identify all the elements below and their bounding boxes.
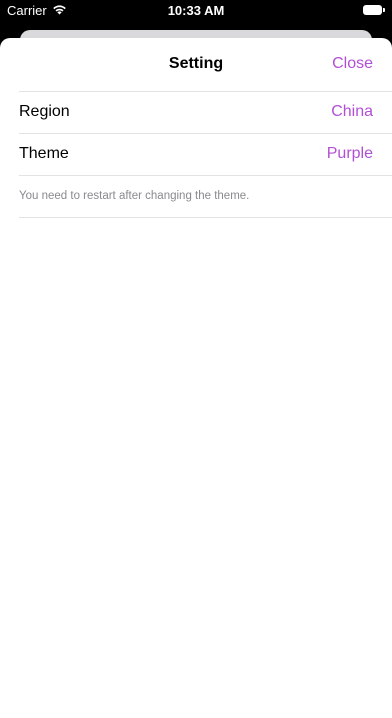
- theme-value: Purple: [326, 145, 373, 162]
- region-row[interactable]: Region China: [19, 92, 392, 134]
- battery-icon: [363, 5, 385, 15]
- settings-sheet: Setting Close Region China Theme Purple …: [0, 38, 392, 718]
- nav-bar: Setting Close: [19, 38, 392, 92]
- theme-label: Theme: [19, 145, 69, 162]
- region-label: Region: [19, 103, 70, 120]
- status-time: 10:33 AM: [167, 3, 225, 18]
- restart-note: You need to restart after changing the t…: [19, 176, 392, 218]
- close-button[interactable]: Close: [332, 55, 373, 73]
- theme-row[interactable]: Theme Purple: [19, 134, 392, 176]
- restart-note-text: You need to restart after changing the t…: [19, 190, 250, 202]
- status-bar: Carrier 10:33 AM: [0, 0, 392, 24]
- region-value: China: [331, 103, 373, 120]
